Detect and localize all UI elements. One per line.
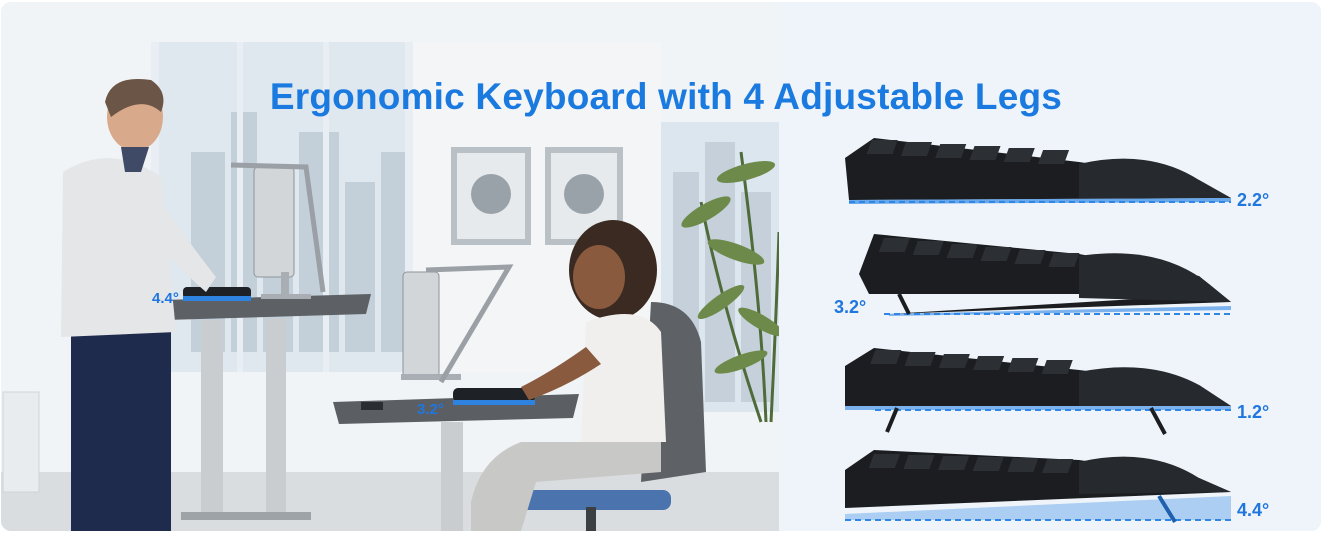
keyboard-side-view-icon — [845, 348, 1231, 435]
banner-title: Ergonomic Keyboard with 4 Adjustable Leg… — [269, 76, 1063, 117]
keyboard-angle-row: 4.4° — [779, 440, 1321, 531]
keyboard-angle-row: 1.2° — [779, 340, 1321, 440]
keyboard-angle-label: 4.4° — [1237, 500, 1270, 520]
keyboard-angle-label: 2.2° — [1237, 190, 1270, 210]
product-banner: 4.4° 3.2° 2.2° 3.2° 1.2° 4.4° Ergonomic … — [1, 2, 1321, 531]
sitting-desk-angle-label: 3.2° — [417, 401, 444, 418]
standing-desk-angle-label: 4.4° — [152, 290, 179, 307]
keyboard-angle-label: 3.2° — [834, 297, 867, 317]
keyboard-angle-label: 1.2° — [1237, 402, 1270, 422]
keyboard-angle-row: 3.2° — [779, 224, 1321, 324]
keyboard-angle-row: 2.2° — [779, 120, 1321, 220]
